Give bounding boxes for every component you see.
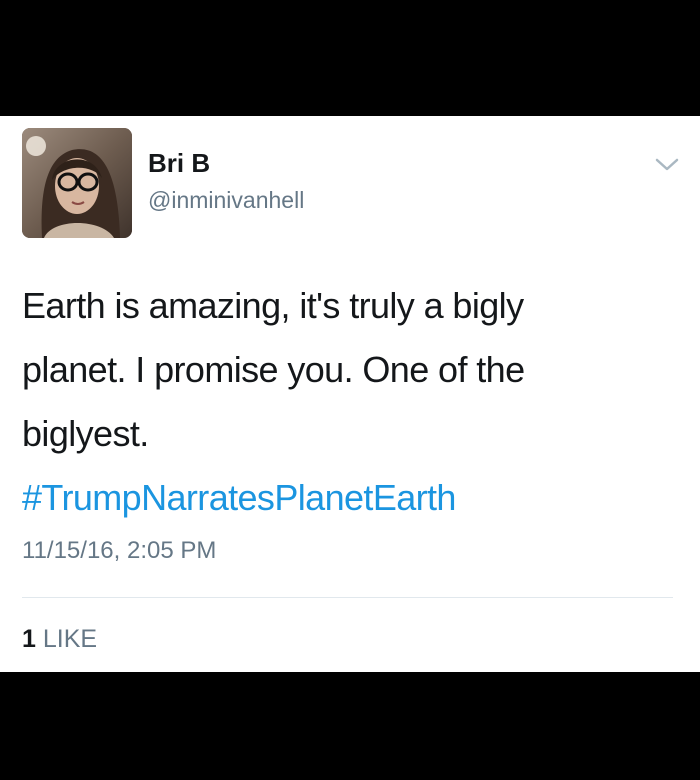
tweet-text-line: biglyest. [22, 413, 149, 454]
tweet-text: Earth is amazing, it's truly a bigly pla… [22, 274, 672, 530]
user-handle[interactable]: @inminivanhell [148, 186, 304, 214]
likes-count[interactable]: 1 LIKE [22, 624, 97, 654]
divider [22, 597, 673, 598]
tweet-timestamp[interactable]: 11/15/16, 2:05 PM [22, 536, 216, 566]
display-name[interactable]: Bri B [148, 148, 210, 178]
top-black-bar [0, 0, 700, 116]
tweet-text-line: planet. I promise you. One of the [22, 349, 525, 390]
chevron-down-icon[interactable] [652, 152, 682, 176]
bottom-black-bar [0, 672, 700, 780]
avatar[interactable] [22, 128, 132, 238]
like-count: 1 [22, 625, 36, 653]
hashtag-link[interactable]: #TrumpNarratesPlanetEarth [22, 466, 672, 530]
like-label: LIKE [42, 625, 98, 653]
tweet-card: Bri B @inminivanhell Earth is amazing, i… [0, 116, 700, 672]
avatar-image [22, 128, 132, 238]
tweet-text-line: Earth is amazing, it's truly a bigly [22, 285, 524, 326]
